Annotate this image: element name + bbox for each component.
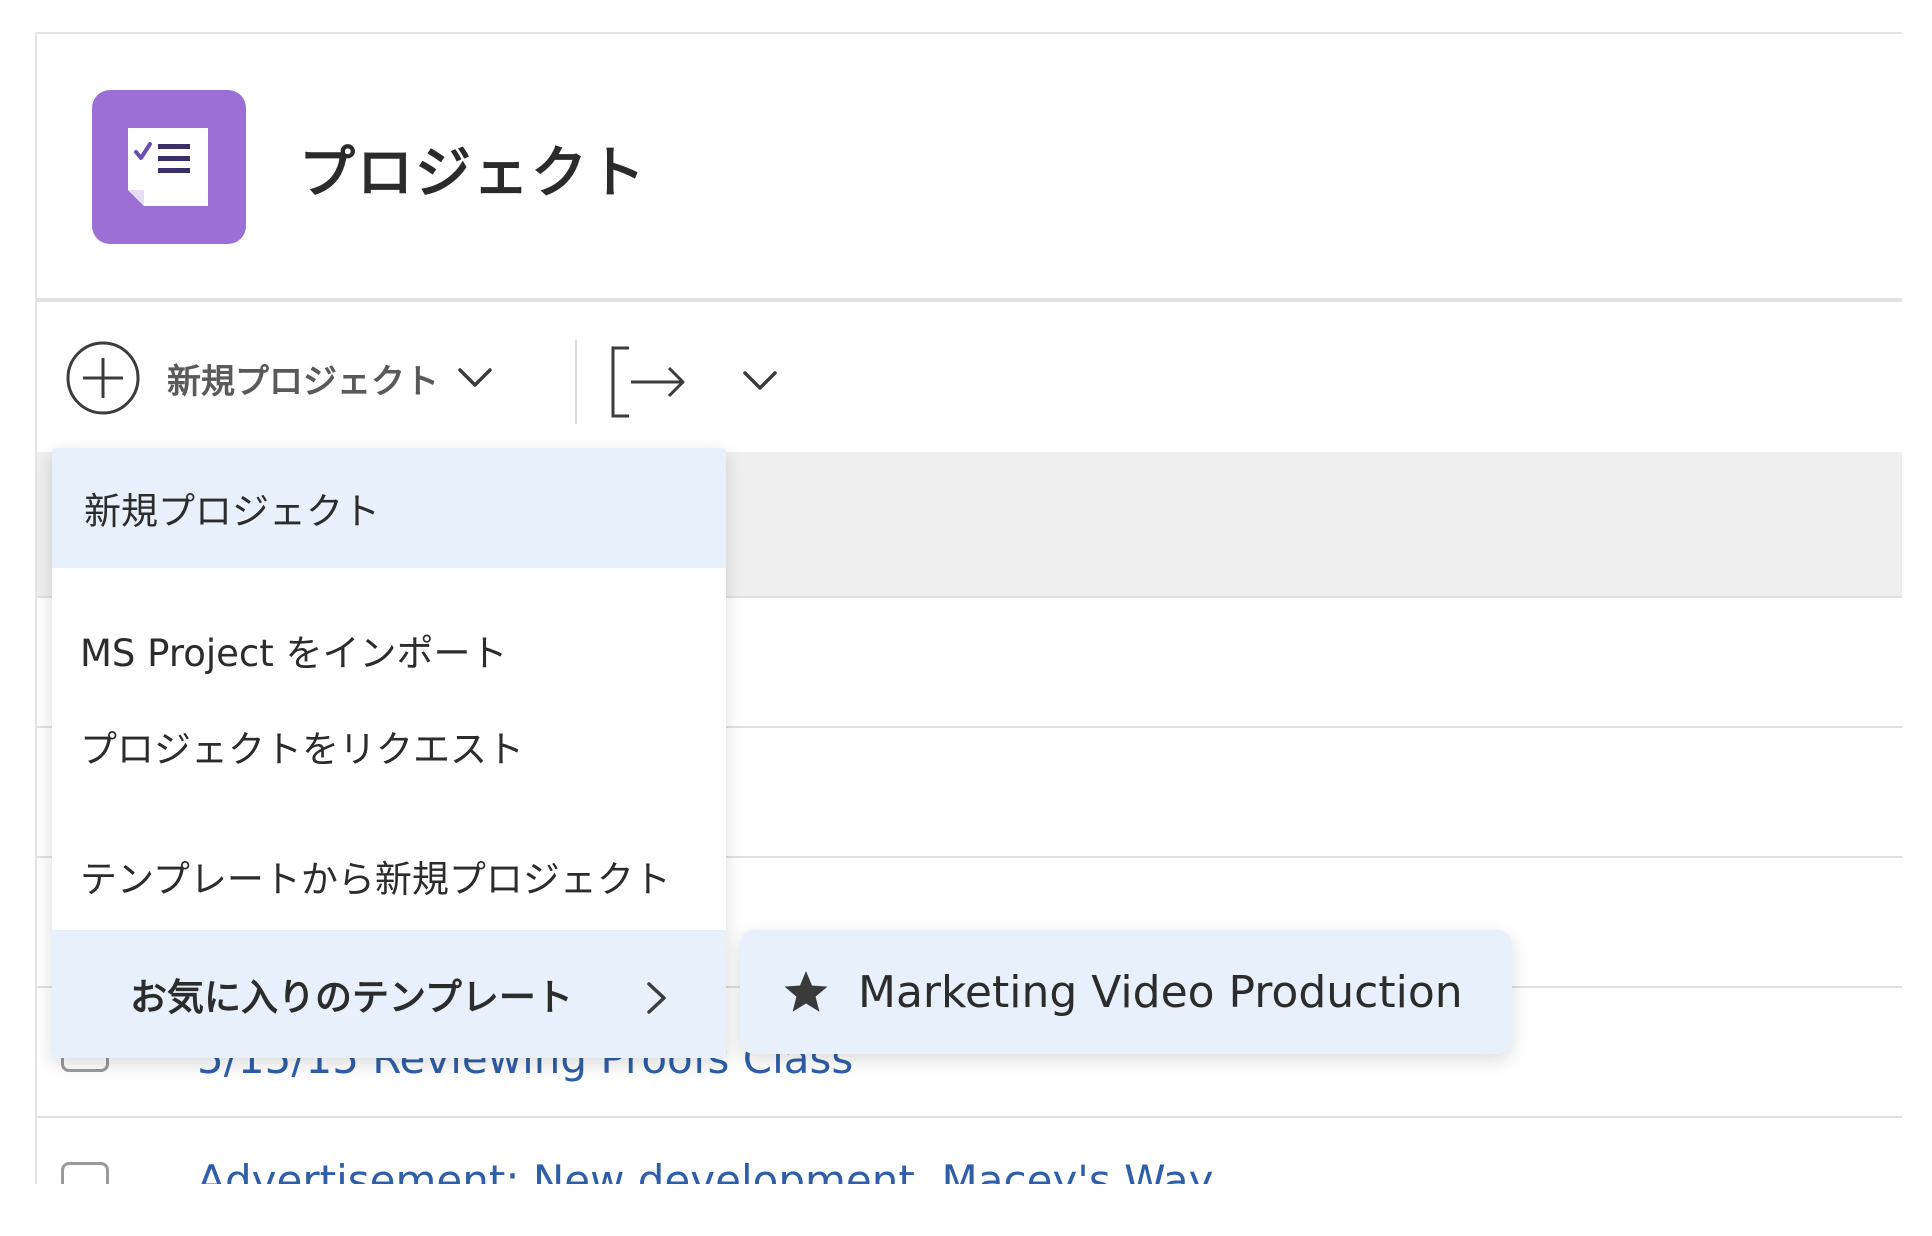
chevron-right-icon <box>647 982 666 1014</box>
plus-circle-icon <box>66 341 140 415</box>
new-project-button[interactable]: 新規プロジェクト <box>65 338 545 418</box>
favorite-templates-submenu-item[interactable]: Marketing Video Production <box>740 930 1512 1054</box>
toolbar: 新規プロジェクト <box>37 302 1902 452</box>
menu-item-new-project[interactable]: 新規プロジェクト <box>52 448 726 568</box>
star-icon <box>784 971 828 1012</box>
menu-item-new-from-template[interactable]: テンプレートから新規プロジェクト <box>52 834 726 918</box>
template-name: Marketing Video Production <box>858 966 1463 1018</box>
project-app-icon <box>92 90 246 244</box>
row-divider <box>37 1116 1902 1118</box>
menu-item-favorite-templates-label: お気に入りのテンプレート <box>130 976 573 1019</box>
menu-item-favorite-templates[interactable]: お気に入りのテンプレート <box>52 930 726 1058</box>
export-button[interactable] <box>609 344 691 420</box>
chevron-down-icon <box>743 371 777 390</box>
new-project-dropdown-menu: 新規プロジェクト MS Project をインポート プロジェクトをリクエスト … <box>52 448 726 1058</box>
row-checkbox[interactable] <box>61 1162 109 1184</box>
new-project-button-label: 新規プロジェクト <box>167 361 439 402</box>
checklist-icon <box>128 128 208 206</box>
project-name-link[interactable]: Advertisement: New development, Macey's … <box>197 1156 1214 1184</box>
export-dropdown-button[interactable] <box>741 368 779 394</box>
export-arrow-icon <box>611 346 685 418</box>
toolbar-divider <box>575 340 577 424</box>
chevron-down-icon <box>458 368 492 387</box>
menu-item-import-ms-project[interactable]: MS Project をインポート <box>52 608 726 692</box>
page-title: プロジェクト <box>299 141 647 206</box>
menu-item-request-project[interactable]: プロジェクトをリクエスト <box>52 704 726 788</box>
